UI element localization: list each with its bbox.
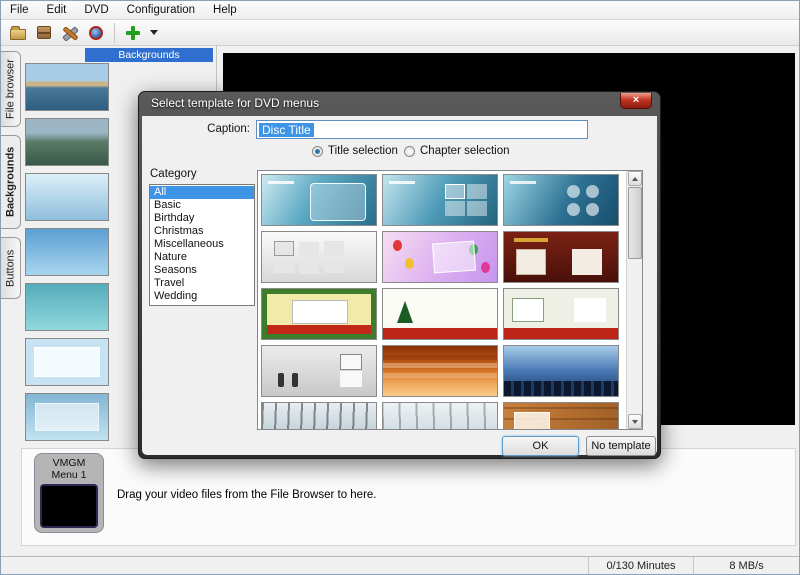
menu1-label: Menu 1 bbox=[51, 469, 87, 481]
bottom-panel: VMGM Menu 1 Drag your video files from t… bbox=[21, 448, 796, 546]
status-speed: 8 MB/s bbox=[693, 557, 799, 574]
toolbar bbox=[1, 20, 799, 46]
arrow-up-icon bbox=[632, 176, 638, 181]
app-window: File Edit DVD Configuration Help File br… bbox=[0, 0, 800, 575]
add-menu-dropdown[interactable] bbox=[146, 22, 160, 44]
template-grid bbox=[260, 173, 624, 429]
template-thumbnail[interactable] bbox=[382, 402, 498, 429]
add-plus-icon bbox=[125, 25, 141, 41]
template-thumbnail[interactable] bbox=[261, 345, 377, 397]
scroll-down-button[interactable] bbox=[628, 414, 642, 429]
no-template-button[interactable]: No template bbox=[586, 436, 656, 456]
vmgm-thumbnail bbox=[40, 484, 98, 528]
status-minutes: 0/130 Minutes bbox=[588, 557, 693, 574]
toolbar-separator bbox=[114, 22, 115, 43]
radio-icon bbox=[404, 145, 415, 157]
category-item-wedding[interactable]: Wedding bbox=[150, 290, 254, 303]
category-item-christmas[interactable]: Christmas bbox=[150, 225, 254, 238]
burn-disc-icon bbox=[89, 25, 103, 40]
category-item-seasons[interactable]: Seasons bbox=[150, 264, 254, 277]
arrow-down-icon bbox=[632, 419, 638, 424]
status-bar: 0/130 Minutes 8 MB/s bbox=[1, 556, 799, 574]
chevron-down-icon bbox=[150, 30, 158, 35]
background-thumbnail[interactable] bbox=[25, 338, 109, 386]
sidebar-tab-buttons[interactable]: Buttons bbox=[1, 237, 21, 299]
template-thumbnail[interactable] bbox=[261, 402, 377, 429]
background-thumbnail[interactable] bbox=[25, 228, 109, 276]
category-item-travel[interactable]: Travel bbox=[150, 277, 254, 290]
close-button[interactable]: × bbox=[620, 93, 652, 109]
scroll-up-button[interactable] bbox=[628, 171, 642, 186]
template-thumbnail[interactable] bbox=[261, 288, 377, 340]
caption-label: Caption: bbox=[207, 123, 250, 135]
menu-bar: File Edit DVD Configuration Help bbox=[1, 1, 799, 20]
background-thumbnail[interactable] bbox=[25, 63, 109, 111]
tools-button[interactable] bbox=[57, 22, 83, 44]
background-thumbnail[interactable] bbox=[25, 283, 109, 331]
scrollbar-thumb[interactable] bbox=[628, 187, 642, 259]
status-message-area bbox=[1, 557, 588, 574]
template-thumbnail[interactable] bbox=[503, 174, 619, 226]
radio-title-label: Title selection bbox=[328, 145, 398, 157]
background-thumbnail[interactable] bbox=[25, 393, 109, 441]
sidebar-tab-backgrounds[interactable]: Backgrounds bbox=[1, 135, 21, 229]
ok-button[interactable]: OK bbox=[502, 436, 579, 456]
template-thumbnail[interactable] bbox=[503, 402, 619, 429]
vmgm-menu-item[interactable]: VMGM Menu 1 bbox=[34, 453, 104, 533]
radio-chapter-selection[interactable]: Chapter selection bbox=[404, 145, 510, 157]
template-thumbnail[interactable] bbox=[503, 231, 619, 283]
radio-chapter-label: Chapter selection bbox=[420, 145, 510, 157]
template-thumbnail[interactable] bbox=[261, 174, 377, 226]
template-dialog: Select template for DVD menus × Caption:… bbox=[138, 91, 661, 459]
project-button[interactable] bbox=[31, 22, 57, 44]
drag-hint-text: Drag your video files from the File Brow… bbox=[117, 489, 377, 501]
dialog-body: Caption: Disc Title Title selection Chap… bbox=[142, 116, 657, 456]
add-menu-button[interactable] bbox=[120, 22, 146, 44]
category-listbox: All Basic Birthday Christmas Miscellaneo… bbox=[149, 184, 255, 306]
template-grid-panel bbox=[257, 170, 643, 430]
template-thumbnail[interactable] bbox=[503, 345, 619, 397]
radio-icon bbox=[312, 145, 323, 157]
open-folder-button[interactable] bbox=[5, 22, 31, 44]
scrollbar bbox=[626, 171, 642, 429]
project-box-icon bbox=[37, 26, 51, 39]
background-thumbnail[interactable] bbox=[25, 118, 109, 166]
caption-value: Disc Title bbox=[259, 122, 314, 137]
category-item-birthday[interactable]: Birthday bbox=[150, 212, 254, 225]
template-thumbnail[interactable] bbox=[382, 174, 498, 226]
background-thumbnail[interactable] bbox=[25, 173, 109, 221]
template-thumbnail[interactable] bbox=[503, 288, 619, 340]
menu-edit[interactable]: Edit bbox=[38, 2, 76, 18]
caption-input[interactable]: Disc Title bbox=[256, 120, 588, 139]
open-folder-icon bbox=[10, 25, 26, 40]
category-item-miscellaneous[interactable]: Miscellaneous bbox=[150, 238, 254, 251]
sidebar-tab-file-browser[interactable]: File browser bbox=[1, 51, 21, 127]
close-icon: × bbox=[632, 94, 640, 106]
category-item-all[interactable]: All bbox=[150, 186, 254, 199]
burn-button[interactable] bbox=[83, 22, 109, 44]
template-thumbnail[interactable] bbox=[382, 231, 498, 283]
tools-icon bbox=[61, 24, 79, 42]
vmgm-label: VMGM bbox=[52, 457, 86, 469]
dialog-title: Select template for DVD menus bbox=[151, 96, 320, 110]
template-thumbnail[interactable] bbox=[382, 288, 498, 340]
category-item-nature[interactable]: Nature bbox=[150, 251, 254, 264]
backgrounds-panel-title: Backgrounds bbox=[85, 48, 213, 62]
menu-configuration[interactable]: Configuration bbox=[118, 2, 204, 18]
menu-file[interactable]: File bbox=[1, 2, 38, 18]
category-item-basic[interactable]: Basic bbox=[150, 199, 254, 212]
template-thumbnail[interactable] bbox=[382, 345, 498, 397]
template-thumbnail[interactable] bbox=[261, 231, 377, 283]
menu-help[interactable]: Help bbox=[204, 2, 246, 18]
category-label: Category bbox=[150, 168, 197, 180]
menu-dvd[interactable]: DVD bbox=[75, 2, 117, 18]
radio-title-selection[interactable]: Title selection bbox=[312, 145, 398, 157]
